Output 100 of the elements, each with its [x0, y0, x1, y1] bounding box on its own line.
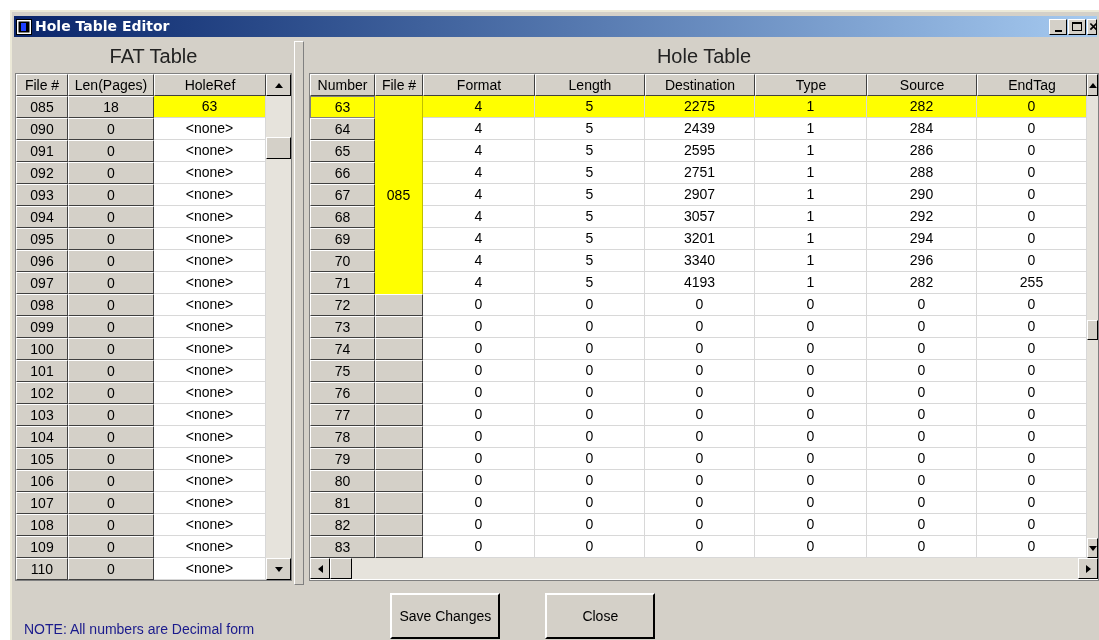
table-cell: 1	[755, 118, 867, 140]
table-cell: 282	[867, 96, 977, 118]
table-cell: 76	[310, 382, 375, 404]
table-cell: 0	[977, 228, 1087, 250]
table-cell: 0	[755, 536, 867, 558]
table-cell: 097	[16, 272, 68, 294]
table-cell: 4	[423, 228, 535, 250]
table-cell: 0	[867, 514, 977, 536]
table-cell: <none>	[154, 294, 266, 316]
table-cell: <none>	[154, 360, 266, 382]
table-cell: 0	[755, 426, 867, 448]
save-changes-button[interactable]: Save Changes	[390, 593, 501, 639]
table-cell: 0	[68, 536, 154, 558]
table-cell: 79	[310, 448, 375, 470]
close-button[interactable]	[1087, 18, 1097, 35]
table-cell: 0	[68, 360, 154, 382]
up-arrow-icon[interactable]	[274, 82, 283, 88]
table-cell: 0	[645, 316, 755, 338]
table-cell: 0	[645, 536, 755, 558]
table-cell: 0	[535, 448, 645, 470]
table-cell: <none>	[154, 316, 266, 338]
table-cell: 1	[755, 140, 867, 162]
table-cell: 2751	[645, 162, 755, 184]
table-cell: 0	[977, 426, 1087, 448]
left-arrow-icon[interactable]	[317, 564, 323, 573]
horizontal-scrollbar[interactable]	[310, 558, 1098, 579]
table-cell: 0	[867, 294, 977, 316]
table-cell: 093	[16, 184, 68, 206]
close-button[interactable]: Close	[545, 593, 656, 639]
table-cell: 0	[755, 382, 867, 404]
table-cell: 0	[423, 448, 535, 470]
splitter[interactable]	[294, 41, 304, 585]
table-cell: <none>	[154, 338, 266, 360]
table-cell: 0	[755, 492, 867, 514]
table-cell: 103	[16, 404, 68, 426]
table-cell: 085	[16, 96, 68, 118]
vertical-scrollbar[interactable]	[266, 74, 291, 580]
up-arrow-icon[interactable]	[1088, 82, 1097, 88]
table-cell: 0	[977, 162, 1087, 184]
table-cell: 0	[977, 184, 1087, 206]
down-arrow-icon[interactable]	[1088, 545, 1097, 551]
column-header: Length	[535, 74, 645, 96]
scroll-thumb[interactable]	[1087, 320, 1098, 340]
table-cell: 67	[310, 184, 375, 206]
right-arrow-icon[interactable]	[1085, 564, 1091, 573]
table-cell: 0	[977, 448, 1087, 470]
table-cell: 0	[867, 404, 977, 426]
table-cell: 107	[16, 492, 68, 514]
table-cell: 4	[423, 250, 535, 272]
table-cell: 5	[535, 184, 645, 206]
table-cell: 5	[535, 228, 645, 250]
table-cell: 0	[535, 404, 645, 426]
table-cell: 0	[755, 448, 867, 470]
table-cell: 0	[977, 96, 1087, 118]
table-cell: 0	[535, 316, 645, 338]
table-cell: 2275	[645, 96, 755, 118]
table-cell: 0	[423, 492, 535, 514]
table-cell: 3201	[645, 228, 755, 250]
table-cell: 0	[423, 426, 535, 448]
maximize-button[interactable]	[1068, 18, 1086, 35]
table-cell: 092	[16, 162, 68, 184]
table-cell: 2439	[645, 118, 755, 140]
table-cell: 0	[755, 360, 867, 382]
table-cell: 77	[310, 404, 375, 426]
table-cell: 0	[423, 294, 535, 316]
down-arrow-icon[interactable]	[274, 566, 283, 572]
table-cell: 0	[645, 404, 755, 426]
note-text: NOTE: All numbers are Decimal form	[24, 620, 255, 639]
table-cell: 1	[755, 228, 867, 250]
table-cell: 5	[535, 272, 645, 294]
table-cell: <none>	[154, 272, 266, 294]
table-cell: 5	[535, 250, 645, 272]
table-cell: 098	[16, 294, 68, 316]
table-cell: 0	[535, 294, 645, 316]
table-cell: 085	[375, 184, 423, 206]
table-cell: 095	[16, 228, 68, 250]
table-cell: <none>	[154, 514, 266, 536]
table-cell: 0	[867, 536, 977, 558]
table-cell: 0	[68, 448, 154, 470]
table-cell: 2595	[645, 140, 755, 162]
table-cell: 090	[16, 118, 68, 140]
table-cell: 0	[867, 492, 977, 514]
table-cell: <none>	[154, 404, 266, 426]
table-cell: 0	[535, 492, 645, 514]
table-cell: 4	[423, 140, 535, 162]
table-cell: <none>	[154, 184, 266, 206]
table-cell: 65	[310, 140, 375, 162]
table-cell: <none>	[154, 162, 266, 184]
table-cell: 0	[755, 338, 867, 360]
table-cell: 099	[16, 316, 68, 338]
scroll-thumb[interactable]	[330, 558, 352, 579]
table-cell: 0	[977, 294, 1087, 316]
column-header: Source	[867, 74, 977, 96]
minimize-button[interactable]	[1049, 18, 1067, 35]
table-cell: 0	[977, 206, 1087, 228]
scroll-thumb[interactable]	[266, 137, 291, 159]
table-cell: 74	[310, 338, 375, 360]
table-cell: 284	[867, 118, 977, 140]
vertical-scrollbar[interactable]	[1087, 74, 1098, 558]
table-cell: 0	[977, 492, 1087, 514]
